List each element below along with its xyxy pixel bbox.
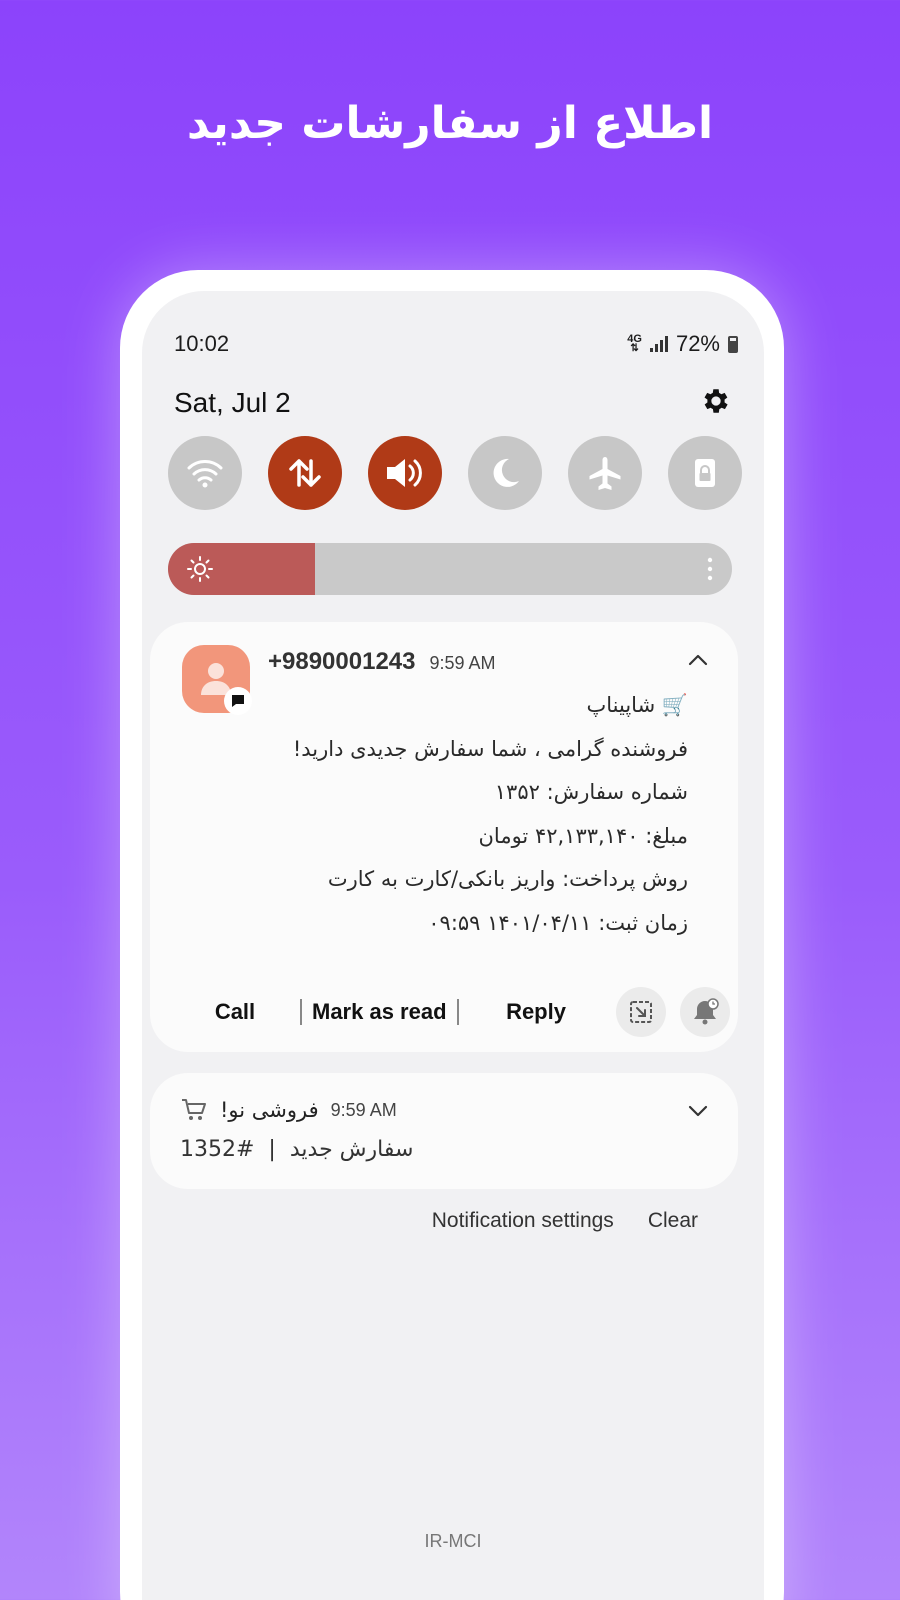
night-mode-toggle[interactable] [468,436,542,510]
bell-snooze-icon [694,998,719,1025]
panel-footer: Notification settings Clear [432,1209,698,1233]
battery-icon [728,335,738,353]
chevron-down-icon[interactable] [686,1103,710,1119]
sound-toggle[interactable] [368,436,442,510]
signal-icon [649,336,668,352]
panel-header: Sat, Jul 2 [174,383,732,423]
volume-icon [387,459,422,487]
open-in-popup-button[interactable] [616,987,666,1037]
message-greeting: فروشنده گرامی ، شما سفارش جدیدی دارید! [292,736,688,761]
snooze-button[interactable] [680,987,730,1037]
message-order-number: شماره سفارش: ۱۳۵۲ [494,780,688,804]
message-timestamp: زمان ثبت: ۱۴۰۱/۰۴/۱۱ ۰۹:۵۹ [428,910,688,935]
shop-notification-header: فروشی نو! 9:59 AM [180,1097,397,1123]
lock-icon [695,459,715,487]
date: Sat, Jul 2 [174,387,291,418]
shop-app-name: فروشی نو! [220,1098,319,1122]
airplane-mode-toggle[interactable] [568,436,642,510]
sun-icon [187,556,213,582]
reply-button[interactable]: Reply [459,999,614,1025]
more-options-icon[interactable] [706,557,714,581]
message-shop-name: 🛒 شاپیناپ [586,693,688,717]
notification-panel: 10:02 4G ⇅ 72% Sat, Jul 2 +9890001243 9:… [142,291,764,1600]
screen-lock-toggle[interactable] [668,436,742,510]
popup-icon [630,1001,652,1023]
body-separator: | [268,1137,276,1162]
carrier-label: IR-MCI [424,1531,482,1551]
message-body: 🛒 شاپیناپ فروشنده گرامی ، شما سفارش جدید… [268,684,688,945]
quick-settings [168,436,742,510]
notification-actions: Call Mark as read Reply [170,987,730,1037]
mark-as-read-button[interactable]: Mark as read [302,999,457,1025]
mobile-data-toggle[interactable] [268,436,342,510]
sms-notification-card[interactable]: +9890001243 9:59 AM 🛒 شاپیناپ فروشنده گر… [150,622,738,1052]
shop-notification-body: 1352# | سفارش جدید [180,1137,413,1162]
message-amount: مبلغ: ۴۲,۱۳۳,۱۴۰ تومان [478,823,689,848]
cart-icon [182,1099,206,1120]
airplane-icon [589,457,621,490]
call-button[interactable]: Call [170,999,300,1025]
message-badge-icon [224,687,252,715]
chevron-up-icon[interactable] [686,652,710,668]
headline: اطلاع از سفارشات جدید [186,98,714,149]
status-time: 10:02 [174,331,230,356]
moon-icon [493,458,519,487]
wifi-toggle[interactable] [168,436,242,510]
new-order-text: سفارش جدید [289,1137,414,1162]
status-bar: 10:02 4G ⇅ 72% [174,329,738,359]
clear-button[interactable]: Clear [648,1209,698,1233]
notification-header: +9890001243 9:59 AM [268,648,496,676]
notification-settings-link[interactable]: Notification settings [432,1209,614,1233]
settings-gear-icon[interactable] [700,385,732,421]
notification-time: 9:59 AM [429,653,496,673]
data-transfer-icon [289,459,321,487]
message-payment-method: روش پرداخت: واریز بانکی/کارت به کارت [327,867,688,891]
status-indicators: 4G ⇅ 72% [627,331,738,357]
sender-number: +9890001243 [268,648,416,675]
shop-notification-time: 9:59 AM [330,1099,397,1120]
network-type-icon: 4G ⇅ [627,333,642,354]
shop-notification-card[interactable]: فروشی نو! 9:59 AM 1352# | سفارش جدید [150,1073,738,1189]
order-id: 1352# [180,1137,255,1162]
wifi-icon [187,460,223,488]
battery-percent: 72% [675,331,720,356]
brightness-slider[interactable] [168,543,732,595]
